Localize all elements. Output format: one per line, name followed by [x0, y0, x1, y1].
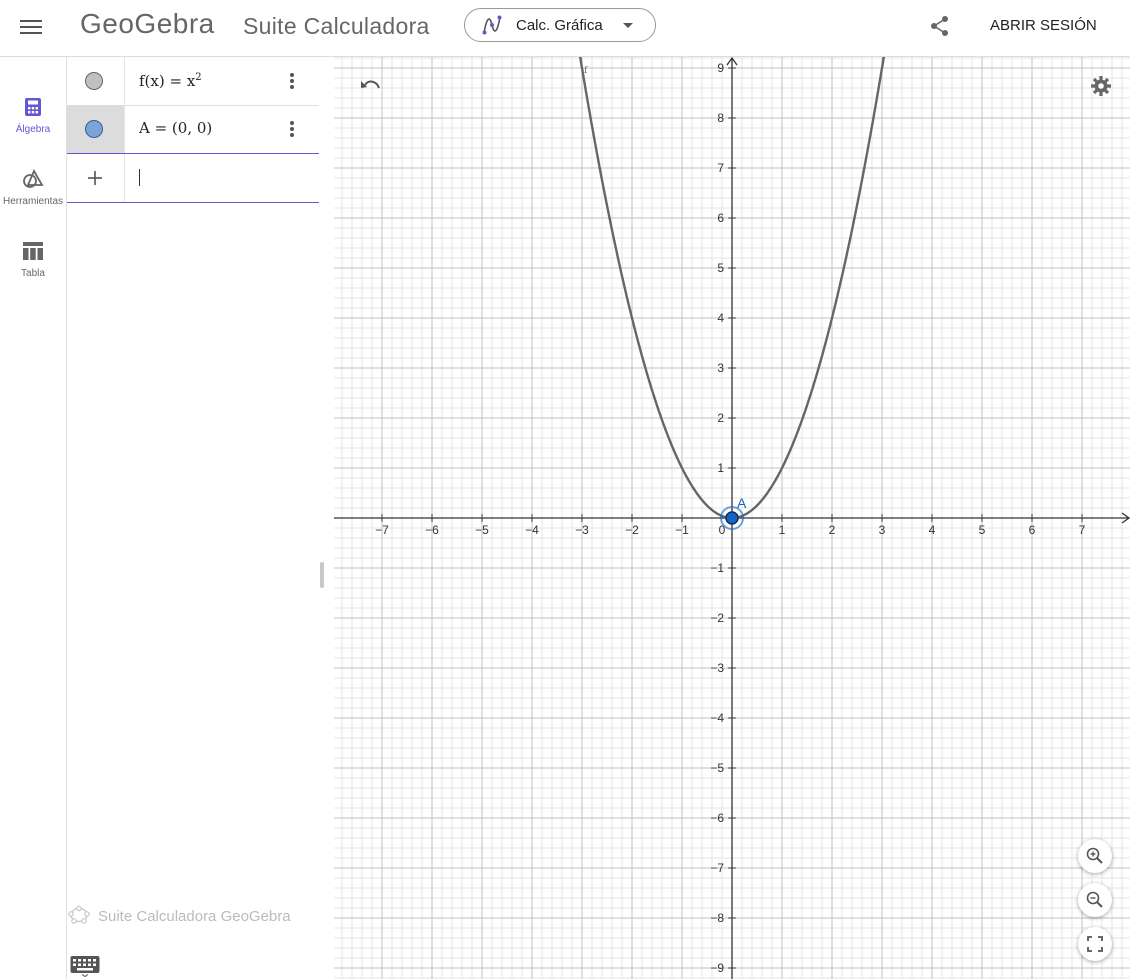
fullscreen-icon [1087, 936, 1103, 952]
footer-brand: Suite Calculadora GeoGebra [68, 905, 291, 925]
geogebra-logo-icon [68, 905, 90, 924]
menu-icon[interactable] [20, 17, 42, 39]
more-options-icon[interactable] [289, 119, 295, 139]
sidebar-item-table[interactable]: Tabla [0, 241, 66, 279]
function-expression[interactable]: f(x) = x2 [139, 72, 202, 90]
algebra-row-function[interactable]: f(x) = x2 [67, 57, 319, 106]
graphics-view[interactable]: −7 −6 −5 −4 −3 −2 −1 0 1 2 3 4 5 6 7 9 8 7 6 5 4 3 2 1 −1 −2 −3 −4−… [334, 57, 1130, 979]
y-tick-label: 7 [717, 161, 724, 175]
app-switcher-button[interactable]: Calc. Gráfica [464, 8, 656, 42]
y-tick-label: −9 [710, 961, 724, 975]
y-tick-label: −6 [710, 811, 724, 825]
y-tick-label: −2 [710, 611, 724, 625]
point-label: A [737, 495, 747, 511]
zoom-in-button[interactable] [1078, 839, 1112, 873]
x-tick-label: 6 [1029, 523, 1036, 537]
login-button[interactable]: ABRIR SESIÓN [990, 17, 1097, 34]
y-tick-label: 3 [717, 361, 724, 375]
sidebar: Álgebra Herramientas Tabla [0, 57, 67, 979]
footer-brand-text: Suite Calculadora GeoGebra [98, 908, 291, 925]
zoom-out-icon [1086, 891, 1103, 908]
fullscreen-button[interactable] [1078, 927, 1112, 961]
keyboard-icon[interactable] [70, 955, 100, 977]
y-tick-label: 6 [717, 211, 724, 225]
sidebar-item-label: Tabla [21, 268, 45, 279]
x-tick-label: −4 [525, 523, 539, 537]
y-tick-label: −5 [710, 761, 724, 775]
graphing-icon [482, 15, 502, 35]
marble-cell [67, 57, 125, 105]
undo-icon[interactable] [360, 77, 382, 95]
calculator-icon [25, 98, 41, 116]
x-tick-label: 1 [779, 523, 786, 537]
y-tick-label: 8 [717, 111, 724, 125]
gear-icon[interactable] [1090, 75, 1112, 97]
plus-icon[interactable] [87, 170, 103, 186]
x-tick-label: 5 [979, 523, 986, 537]
x-tick-label: −6 [425, 523, 439, 537]
algebra-row-point[interactable]: A = (0, 0) [67, 105, 319, 154]
function-exponent: 2 [195, 72, 202, 83]
app-title: Suite Calculadora [243, 13, 430, 39]
y-tick-label: −1 [710, 561, 724, 575]
sidebar-item-tools[interactable]: Herramientas [0, 168, 66, 207]
geogebra-logo[interactable]: GeoGebra [80, 8, 215, 40]
marble-cell [67, 105, 125, 153]
x-tick-label: −2 [625, 523, 639, 537]
zoom-out-button[interactable] [1078, 883, 1112, 917]
y-tick-label: −3 [710, 661, 724, 675]
y-tick-label: 1 [717, 461, 724, 475]
tools-icon [23, 168, 44, 188]
y-tick-label: 5 [717, 261, 724, 275]
function-lhs: f(x) = x [139, 72, 196, 90]
x-tick-label: 7 [1079, 523, 1086, 537]
point-a [725, 511, 739, 525]
x-tick-label: 2 [829, 523, 836, 537]
algebra-input-row[interactable] [67, 154, 319, 203]
x-tick-label: −7 [375, 523, 389, 537]
table-icon [23, 242, 43, 260]
marble-cell [67, 154, 125, 202]
resize-handle[interactable] [320, 562, 324, 588]
visibility-toggle[interactable] [85, 72, 103, 90]
x-tick-label: 4 [929, 523, 936, 537]
y-tick-label: 2 [717, 411, 724, 425]
sidebar-item-label: Álgebra [15, 124, 51, 135]
app-switcher-label: Calc. Gráfica [516, 16, 603, 34]
y-tick-label: 9 [717, 61, 724, 75]
point-expression[interactable]: A = (0, 0) [139, 119, 212, 137]
share-icon[interactable] [929, 15, 951, 37]
y-tick-label: −4 [710, 711, 724, 725]
x-tick-label: −3 [575, 523, 589, 537]
graph-canvas[interactable]: −7 −6 −5 −4 −3 −2 −1 0 1 2 3 4 5 6 7987654321−1−2−3−4−… [334, 57, 1130, 979]
x-tick-label: 3 [879, 523, 886, 537]
zoom-in-icon [1086, 847, 1103, 864]
sidebar-item-algebra[interactable]: Álgebra [0, 97, 66, 135]
y-tick-label: −8 [710, 911, 724, 925]
top-bar: GeoGebra Suite Calculadora Calc. Gráfica… [0, 0, 1130, 57]
y-tick-label: −7 [710, 861, 724, 875]
y-tick-label: 4 [717, 311, 724, 325]
chevron-down-icon [623, 23, 633, 28]
more-options-icon[interactable] [289, 71, 295, 91]
algebra-view: f(x) = x2 A = (0, 0) [67, 57, 333, 979]
visibility-toggle[interactable] [85, 120, 103, 138]
algebra-input[interactable] [141, 166, 315, 185]
input-caret [139, 169, 140, 186]
x-tick-label: −1 [675, 523, 689, 537]
sidebar-item-label: Herramientas [2, 196, 64, 207]
x-tick-label: −5 [475, 523, 489, 537]
